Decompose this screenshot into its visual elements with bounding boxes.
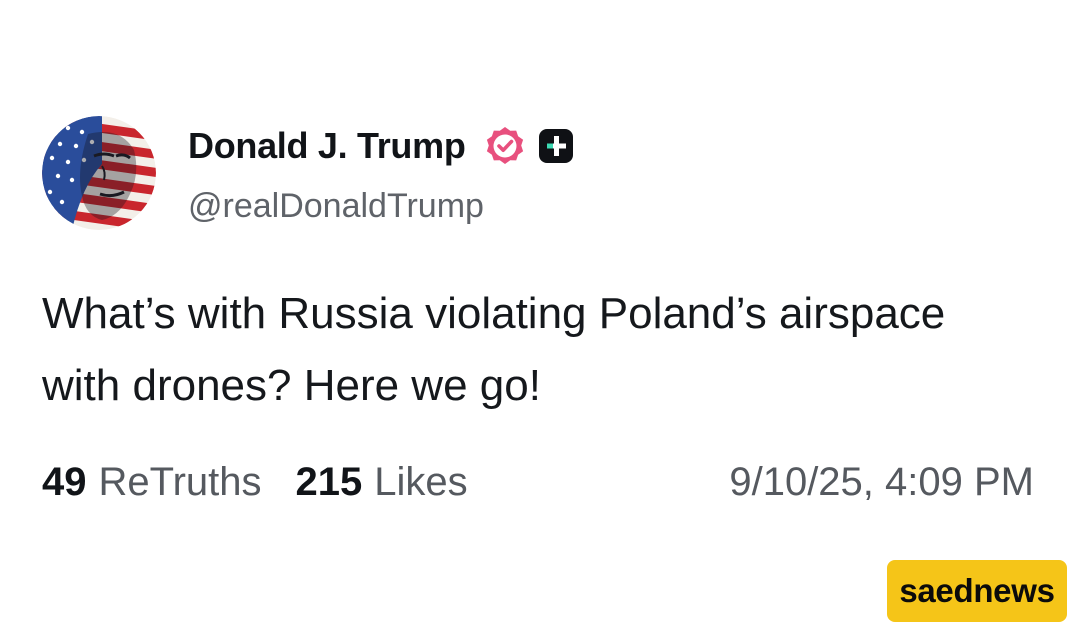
likes-count: 215 bbox=[295, 459, 363, 504]
author-handle[interactable]: @realDonaldTrump bbox=[188, 184, 484, 228]
author-avatar[interactable] bbox=[42, 116, 156, 230]
retruths-label: ReTruths bbox=[98, 459, 262, 504]
plus-badge-icon bbox=[539, 129, 573, 163]
retruths-stat[interactable]: 49 ReTruths bbox=[42, 460, 262, 505]
retruths-count: 49 bbox=[42, 459, 87, 504]
flag-portrait-avatar-icon bbox=[42, 116, 156, 230]
likes-stat[interactable]: 215 Likes bbox=[296, 460, 468, 505]
post-body-text: What’s with Russia violating Poland’s ai… bbox=[42, 289, 946, 410]
post-timestamp: 9/10/25, 4:09 PM bbox=[729, 459, 1034, 504]
post-stats: 49 ReTruths 215 Likes bbox=[42, 456, 468, 508]
watermark-badge: saednews bbox=[887, 560, 1067, 622]
verified-badge-icon bbox=[486, 127, 524, 164]
likes-label: Likes bbox=[374, 459, 468, 504]
author-name[interactable]: Donald J. Trump bbox=[188, 124, 466, 168]
author-badges bbox=[484, 126, 574, 166]
post-card: Donald J. Trump @realDonaldTrump What’s … bbox=[0, 0, 1080, 634]
